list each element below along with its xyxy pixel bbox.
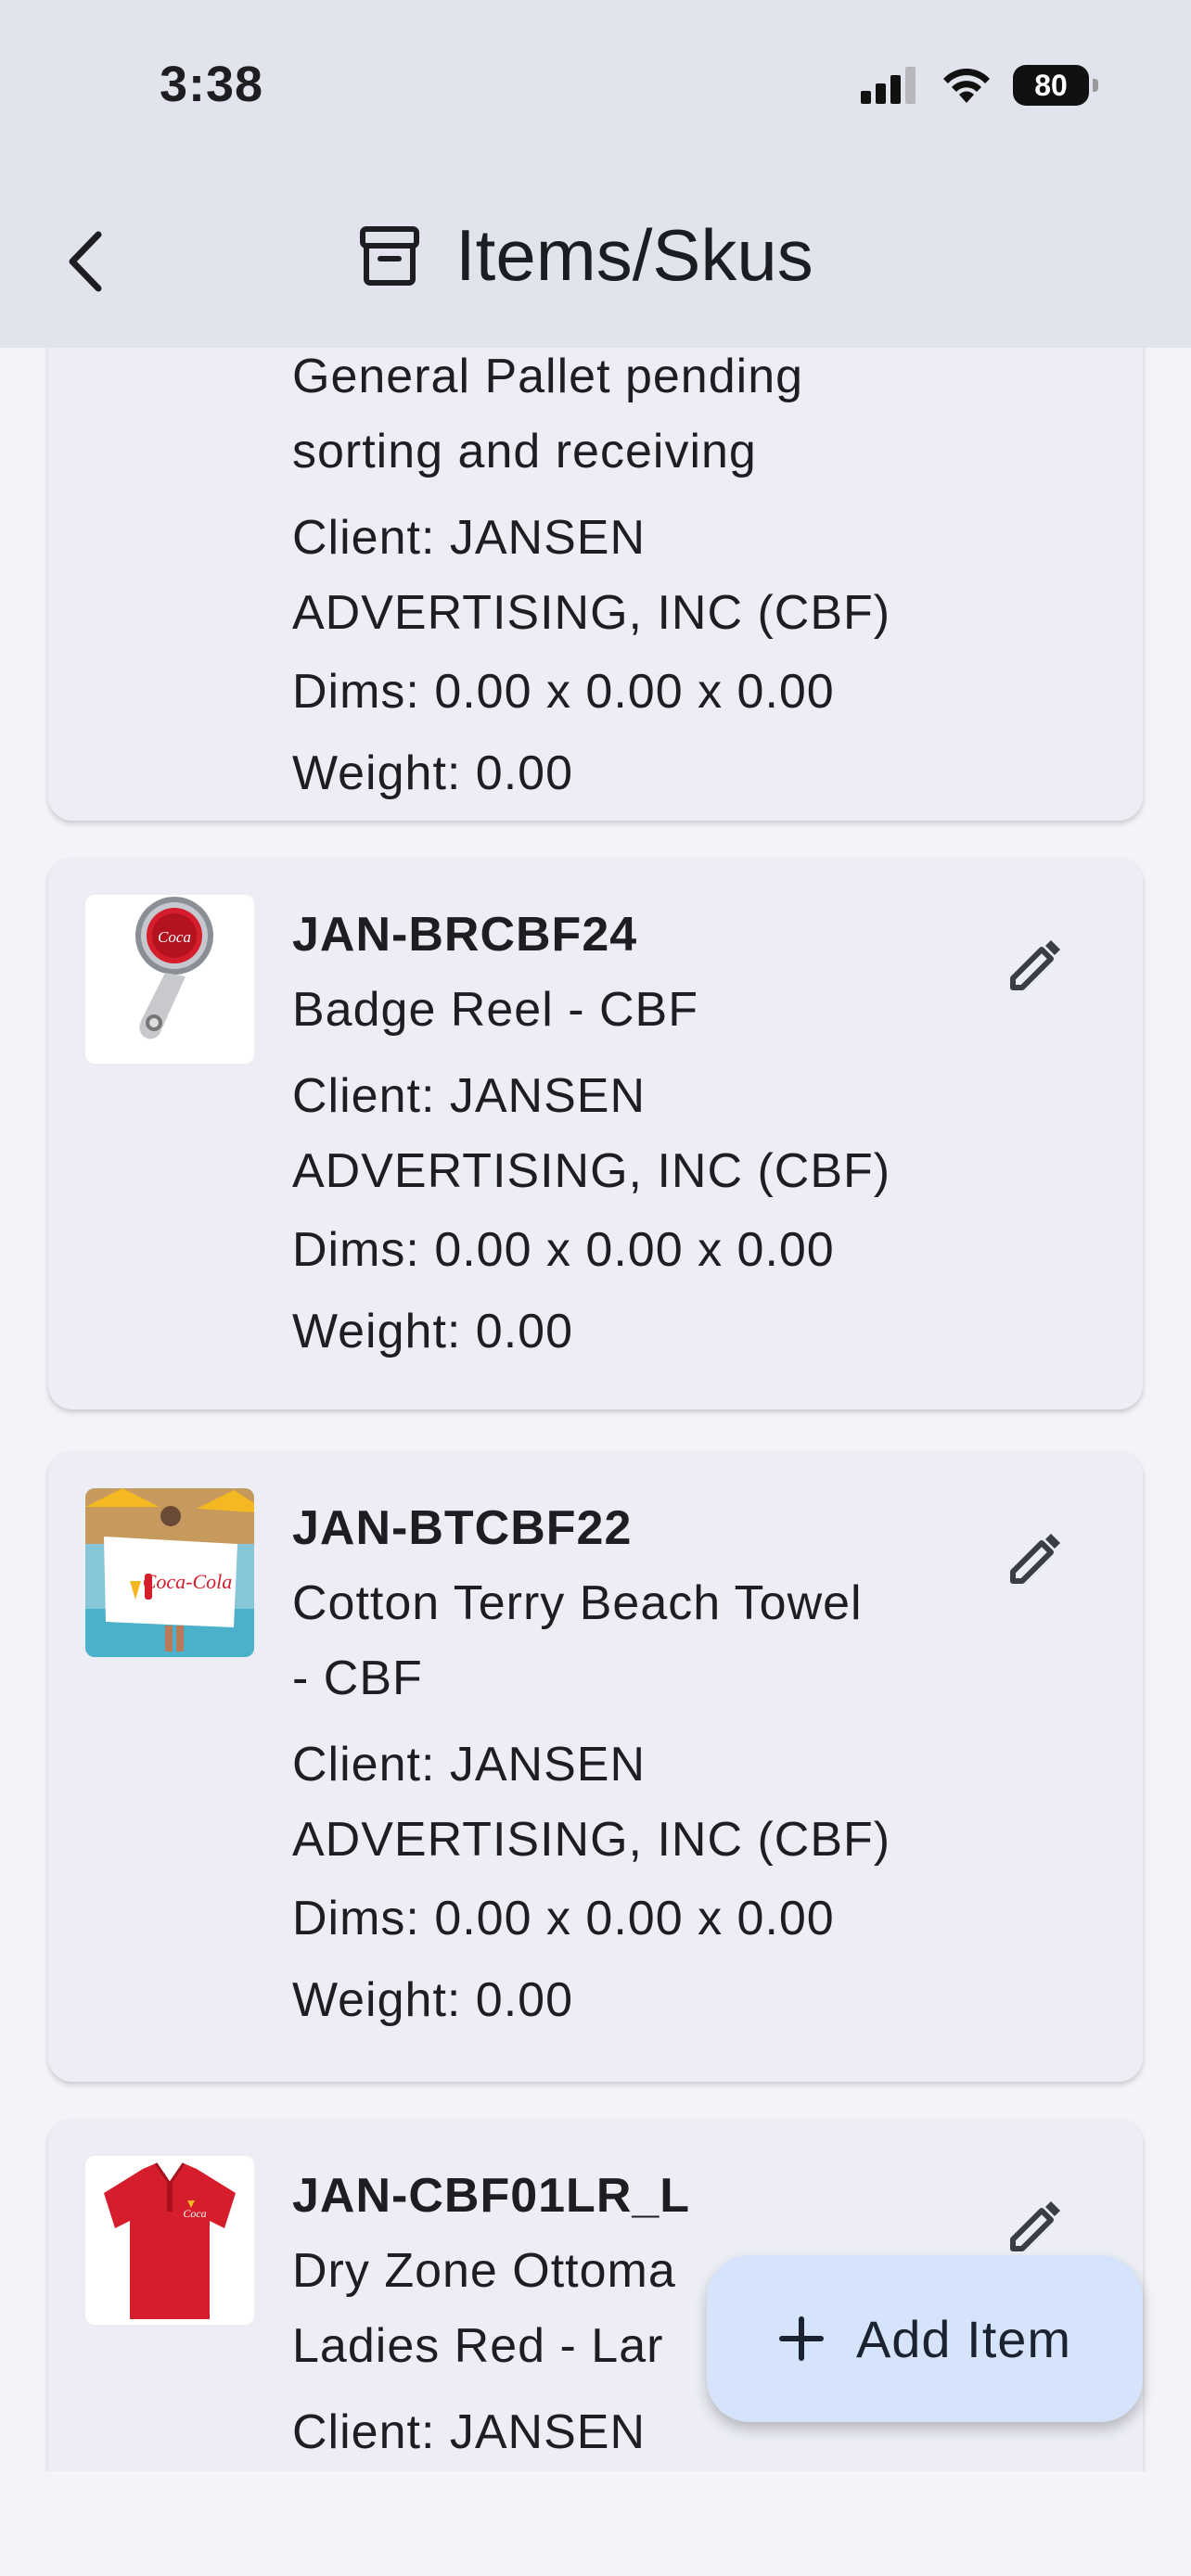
item-card[interactable]: General Pallet pending sorting and recei… (48, 348, 1143, 821)
pencil-icon (1010, 940, 1060, 990)
item-dims: Dims: 0.00 x 0.00 x 0.00 (292, 665, 835, 719)
item-weight: Weight: 0.00 (292, 1305, 574, 1358)
item-weight: Weight: 0.00 (292, 746, 574, 800)
item-description-line: - CBF (292, 1651, 423, 1705)
item-card[interactable]: Coca-Cola JAN-BTCBF22 Cotton Terry Beach… (48, 1451, 1143, 2082)
status-icons: 80 (861, 65, 1098, 106)
item-description-line: sorting and receiving (292, 425, 757, 478)
back-button[interactable] (58, 224, 113, 299)
item-client-line: ADVERTISING, INC (CBF) (292, 1813, 891, 1867)
item-client-line: Client: JANSEN (292, 511, 646, 565)
item-client-line: ADVERTISING, INC (CBF) (292, 1144, 891, 1198)
item-sku: JAN-CBF01LR_L (292, 2169, 691, 2223)
item-sku: JAN-BRCBF24 (292, 908, 638, 962)
edit-item-button[interactable] (1004, 2193, 1069, 2258)
items-list[interactable]: General Pallet pending sorting and recei… (0, 348, 1191, 2471)
svg-text:Coca: Coca (158, 928, 191, 946)
item-weight: Weight: 0.00 (292, 1973, 574, 2027)
item-dims: Dims: 0.00 x 0.00 x 0.00 (292, 1223, 835, 1277)
edit-item-button[interactable] (1004, 932, 1069, 997)
status-bar: 3:38 80 (0, 0, 1191, 176)
wifi-icon (943, 69, 990, 103)
page-title-group: Items/Skus (357, 213, 813, 298)
item-dims: Dims: 0.00 x 0.00 x 0.00 (292, 1892, 835, 1945)
battery-indicator: 80 (1013, 65, 1098, 106)
cellular-signal-icon (861, 67, 916, 104)
beach-towel-image: Coca-Cola (85, 1488, 254, 1657)
battery-level: 80 (1034, 68, 1068, 102)
item-client-line: Client: JANSEN (292, 1738, 646, 1792)
svg-text:Coca: Coca (183, 2207, 206, 2220)
add-item-button[interactable]: Add Item (707, 2255, 1143, 2422)
add-item-label: Add Item (855, 2309, 1072, 2368)
item-description-line: Badge Reel - CBF (292, 983, 698, 1037)
item-card[interactable]: Coca JAN-BRCBF24 Badge Reel - CBF Client… (48, 858, 1143, 1409)
badge-reel-image: Coca (85, 895, 254, 1064)
plus-icon (778, 2316, 824, 2361)
pencil-icon (1010, 2201, 1060, 2251)
red-polo-image: Coca (85, 2156, 254, 2325)
archive-box-icon (360, 225, 419, 286)
edit-item-button[interactable] (1004, 1525, 1069, 1590)
chevron-left-icon (69, 231, 102, 292)
navigation-bar: Items/Skus (0, 176, 1191, 348)
pencil-icon (1010, 1534, 1060, 1584)
item-description-line: General Pallet pending (292, 350, 804, 403)
item-sku: JAN-BTCBF22 (292, 1501, 633, 1555)
item-client-line: ADVERTISING, INC (CBF) (292, 586, 891, 640)
item-description-line: Cotton Terry Beach Towel (292, 1576, 863, 1630)
status-time: 3:38 (160, 57, 264, 112)
svg-text:Coca-Cola: Coca-Cola (143, 1570, 233, 1593)
page-title: Items/Skus (455, 214, 813, 296)
item-client-line: Client: JANSEN (292, 1069, 646, 1123)
